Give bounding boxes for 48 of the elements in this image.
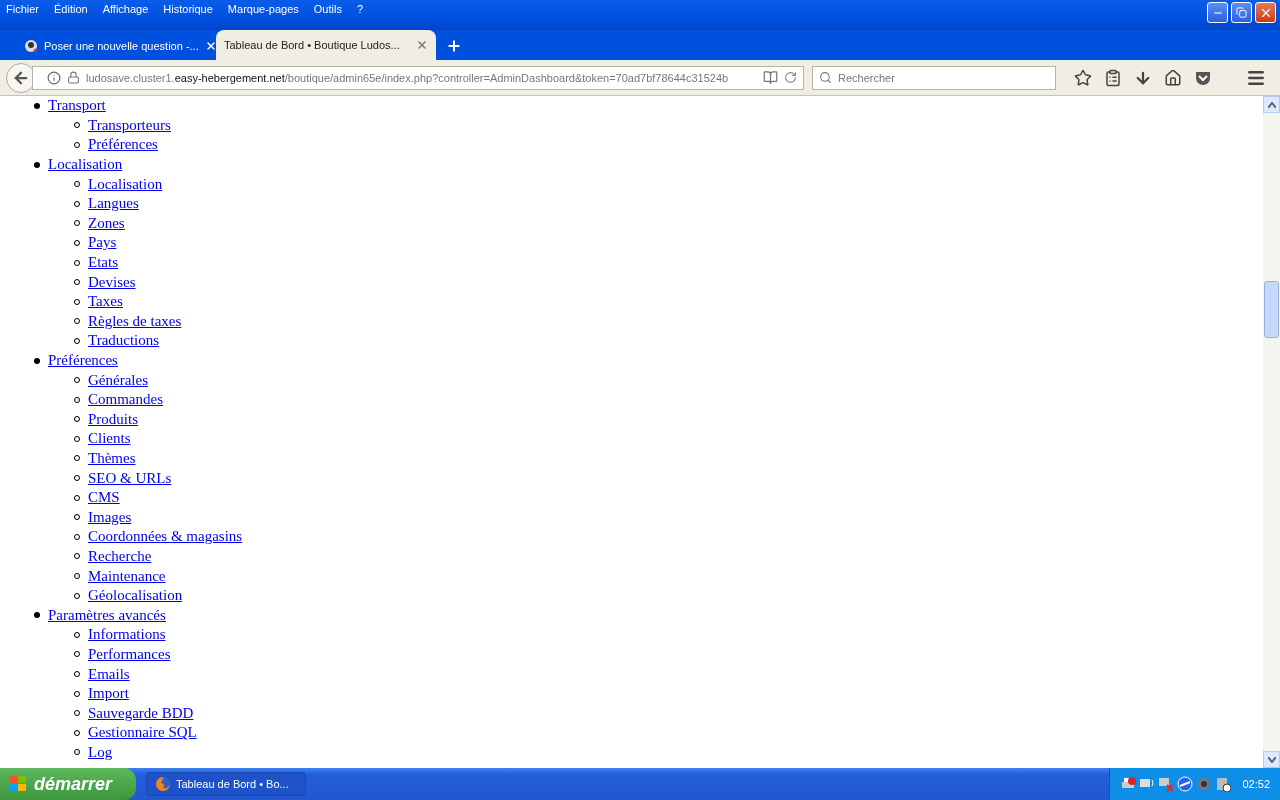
nav-link[interactable]: Coordonnées & magasins [88,528,243,546]
nav-link[interactable]: SEO & URLs [88,469,172,487]
nav-link[interactable]: Produits [88,410,138,428]
nav-link[interactable]: Traductions [88,332,160,350]
nav-link[interactable]: Sauvegarde BDD [88,704,194,722]
nav-link[interactable]: Générales [88,371,148,389]
browser-tab[interactable]: Poser une nouvelle question -... [16,32,212,60]
nav-link[interactable]: Import [88,685,129,703]
search-field[interactable]: Rechercher [812,65,1056,90]
address-field[interactable]: ludosave.cluster1.easy-hebergement.net/boutique/admin65e/index.php?controller=AdminDashboard&token=70ad7bf78644c31524b [32,65,804,90]
clock: 02:52 [1242,778,1270,790]
menu-item[interactable]: Fichier [6,3,39,15]
nav-link[interactable]: Transporteurs [88,116,171,134]
nav-link[interactable]: Log [88,743,113,761]
nav-link[interactable]: Emails [88,665,130,683]
nav-link[interactable]: Préférences [48,352,118,369]
nav-link[interactable]: Zones [88,214,125,232]
url-text: ludosave.cluster1.easy-hebergement.net/boutique/admin65e/index.php?controller=AdminDashboard&token=70ad7bf78644c31524b [86,71,730,84]
menu-item[interactable]: Marque-pages [227,3,299,15]
nav-link[interactable]: Commandes [88,391,163,409]
nav-link[interactable]: Transport [48,97,106,115]
browser-tab[interactable]: Tableau de Bord • Boutique Ludos... [216,30,436,60]
nav-link[interactable]: Maintenance [88,567,166,585]
nav-link[interactable]: Paramètres avancés [48,606,166,624]
menu-item[interactable]: Historique [163,3,213,15]
nav-link[interactable]: Localisation [88,175,163,193]
nav-link[interactable]: Préférences [88,136,158,154]
nav-link[interactable]: Images [88,508,132,526]
nav-link[interactable]: Performances [88,645,171,663]
nav-link[interactable]: Recherche [88,547,152,565]
nav-link[interactable]: Gestionnaire SQL [88,724,197,742]
nav-link[interactable]: Langues [88,195,139,213]
menu-item[interactable]: Outils [313,3,342,15]
menu-item[interactable]: Édition [54,3,88,15]
nav-link[interactable]: Clients [88,430,131,448]
menu-item[interactable]: Affichage [102,3,149,15]
nav-link[interactable]: Géolocalisation [88,587,183,605]
menu-item[interactable]: ? [356,3,364,15]
taskbar-button[interactable]: Tableau de Bord • Bo... [146,772,306,796]
nav-link[interactable]: Taxes [88,293,123,311]
nav-link[interactable]: Localisation [48,156,123,174]
nav-link[interactable]: Devises [88,273,136,291]
nav-link[interactable]: CMS [88,489,120,507]
nav-link[interactable]: Thèmes [88,450,136,467]
nav-link[interactable]: Règles de taxes [88,312,182,330]
nav-link[interactable]: Informations [88,626,166,644]
nav-link[interactable]: Etats [88,254,118,272]
nav-link[interactable]: Pays [88,234,117,252]
